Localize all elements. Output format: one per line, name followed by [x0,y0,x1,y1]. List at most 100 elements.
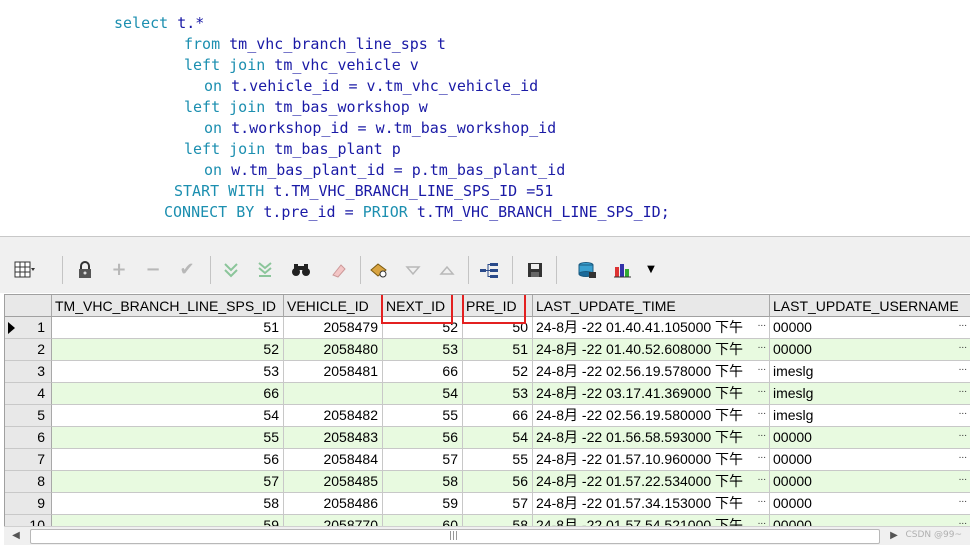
cell-next-id[interactable]: 66 [383,361,463,383]
cell-ellipsis-button[interactable]: ... [959,383,967,400]
sql-line-9[interactable]: START WITH t.TM_VHC_BRANCH_LINE_SPS_ID =… [174,181,553,202]
cell-pre-id[interactable]: 56 [463,471,533,493]
cell-vehicle-id[interactable]: 2058483 [284,427,383,449]
explain-plan-icon[interactable] [478,259,500,281]
cell-vehicle-id[interactable]: 2058482 [284,405,383,427]
grid-menu-icon[interactable] [14,259,36,281]
cell-next-id[interactable]: 52 [383,317,463,339]
cell-ellipsis-button[interactable]: ... [758,339,766,356]
sql-editor[interactable]: select t.* from tm_vhc_branch_line_sps t… [0,0,970,236]
cell-pre-id[interactable]: 54 [463,427,533,449]
cell-pre-id[interactable]: 57 [463,493,533,515]
clear-record-icon[interactable] [328,259,350,281]
cell-next-id[interactable]: 53 [383,339,463,361]
cell-branch-line-sps-id[interactable]: 56 [52,449,284,471]
cell-branch-line-sps-id[interactable]: 53 [52,361,284,383]
column-header-next-id[interactable]: NEXT_ID [383,295,463,317]
sql-line-10[interactable]: CONNECT BY t.pre_id = PRIOR t.TM_VHC_BRA… [164,202,670,223]
cell-last-update-time[interactable]: 24-8月 -22 01.57.22.534000 下午... [533,471,770,493]
row-header-corner[interactable] [5,295,52,317]
cell-ellipsis-button[interactable]: ... [959,317,967,334]
row-number[interactable]: 5 [5,405,52,427]
cell-last-update-time[interactable]: 24-8月 -22 02.56.19.580000 下午... [533,405,770,427]
table-row[interactable]: 6 55 2058483 56 54 24-8月 -22 01.56.58.593000 … [5,427,970,449]
cell-ellipsis-button[interactable]: ... [758,383,766,400]
sql-line-4[interactable]: on t.vehicle_id = v.tm_vhc_vehicle_id [204,76,538,97]
cell-branch-line-sps-id[interactable]: 52 [52,339,284,361]
cell-last-update-time[interactable]: 24-8月 -22 01.40.52.608000 下午... [533,339,770,361]
cell-next-id[interactable]: 59 [383,493,463,515]
cell-last-update-time[interactable]: 24-8月 -22 01.57.10.960000 下午... [533,449,770,471]
row-number[interactable]: 4 [5,383,52,405]
cell-ellipsis-button[interactable]: ... [758,471,766,488]
cell-ellipsis-button[interactable]: ... [758,493,766,510]
row-number[interactable]: 8 [5,471,52,493]
cell-ellipsis-button[interactable]: ... [959,361,967,378]
cell-ellipsis-button[interactable]: ... [758,317,766,334]
cell-pre-id[interactable]: 50 [463,317,533,339]
row-number[interactable]: 2 [5,339,52,361]
cell-branch-line-sps-id[interactable]: 51 [52,317,284,339]
cell-pre-id[interactable]: 52 [463,361,533,383]
column-header-last-update-time[interactable]: LAST_UPDATE_TIME [533,295,770,317]
table-row[interactable]: 1 51 2058479 52 50 24-8月 -22 01.40.41.105000 … [5,317,970,339]
sql-line-2[interactable]: from tm_vhc_branch_line_sps t [184,34,446,55]
cell-pre-id[interactable]: 51 [463,339,533,361]
table-row[interactable]: 5 54 2058482 55 66 24-8月 -22 02.56.19.580000 … [5,405,970,427]
scroll-right-icon[interactable]: ▶ [886,527,902,545]
chart-icon[interactable] [612,259,634,281]
row-number[interactable]: 6 [5,427,52,449]
save-icon[interactable] [524,259,546,281]
cell-last-update-time[interactable]: 24-8月 -22 01.56.58.593000 下午... [533,427,770,449]
sql-line-5[interactable]: left join tm_bas_workshop w [184,97,428,118]
cell-last-update-username[interactable]: 00000... [770,449,970,471]
cell-ellipsis-button[interactable]: ... [758,449,766,466]
sql-line-8[interactable]: on w.tm_bas_plant_id = p.tm_bas_plant_id [204,160,565,181]
cell-last-update-username[interactable]: 00000... [770,471,970,493]
cell-next-id[interactable]: 57 [383,449,463,471]
delete-record-icon[interactable]: − [142,259,164,281]
cell-last-update-time[interactable]: 24-8月 -22 01.57.34.153000 下午... [533,493,770,515]
table-row[interactable]: 3 53 2058481 66 52 24-8月 -22 02.56.19.578000 … [5,361,970,383]
fetch-all-icon[interactable] [254,259,276,281]
chart-dropdown-arrow-icon[interactable]: ▼ [640,259,662,281]
cell-branch-line-sps-id[interactable]: 58 [52,493,284,515]
sql-line-1[interactable]: select t.* [114,13,204,34]
cell-last-update-time[interactable]: 24-8月 -22 02.56.19.578000 下午... [533,361,770,383]
query-by-example-icon[interactable] [368,259,390,281]
row-number[interactable]: 7 [5,449,52,471]
row-number[interactable]: 3 [5,361,52,383]
table-row[interactable]: 4 66 54 53 24-8月 -22 03.17.41.369000 下午... im… [5,383,970,405]
cell-ellipsis-button[interactable]: ... [959,493,967,510]
table-row[interactable]: 2 52 2058480 53 51 24-8月 -22 01.40.52.608000 … [5,339,970,361]
column-header-vehicle-id[interactable]: VEHICLE_ID [284,295,383,317]
cell-ellipsis-button[interactable]: ... [758,405,766,422]
cell-vehicle-id[interactable]: 2058481 [284,361,383,383]
column-header-tm-vhc-branch-line-sps-id[interactable]: TM_VHC_BRANCH_LINE_SPS_ID [52,295,284,317]
cell-branch-line-sps-id[interactable]: 54 [52,405,284,427]
cell-next-id[interactable]: 56 [383,427,463,449]
row-number[interactable]: 1 [5,317,52,339]
cell-pre-id[interactable]: 55 [463,449,533,471]
export-icon[interactable] [576,259,598,281]
cell-ellipsis-button[interactable]: ... [959,427,967,444]
cell-vehicle-id[interactable]: 2058486 [284,493,383,515]
scroll-left-icon[interactable]: ◀ [8,527,24,545]
fetch-next-icon[interactable] [220,259,242,281]
cell-ellipsis-button[interactable]: ... [758,361,766,378]
cell-next-id[interactable]: 54 [383,383,463,405]
sort-icon[interactable] [436,259,458,281]
cell-vehicle-id[interactable]: 2058485 [284,471,383,493]
sql-line-7[interactable]: left join tm_bas_plant p [184,139,401,160]
table-row[interactable]: 8 57 2058485 58 56 24-8月 -22 01.57.22.534000 … [5,471,970,493]
cell-last-update-username[interactable]: 00000... [770,339,970,361]
cell-last-update-username[interactable]: imeslg... [770,383,970,405]
sql-line-6[interactable]: on t.workshop_id = w.tm_bas_workshop_id [204,118,556,139]
cell-last-update-username[interactable]: imeslg... [770,405,970,427]
cell-last-update-time[interactable]: 24-8月 -22 01.40.41.105000 下午... [533,317,770,339]
cell-ellipsis-button[interactable]: ... [959,405,967,422]
table-row[interactable]: 7 56 2058484 57 55 24-8月 -22 01.57.10.960000 … [5,449,970,471]
cell-ellipsis-button[interactable]: ... [959,471,967,488]
filter-icon[interactable] [402,259,424,281]
row-number[interactable]: 9 [5,493,52,515]
